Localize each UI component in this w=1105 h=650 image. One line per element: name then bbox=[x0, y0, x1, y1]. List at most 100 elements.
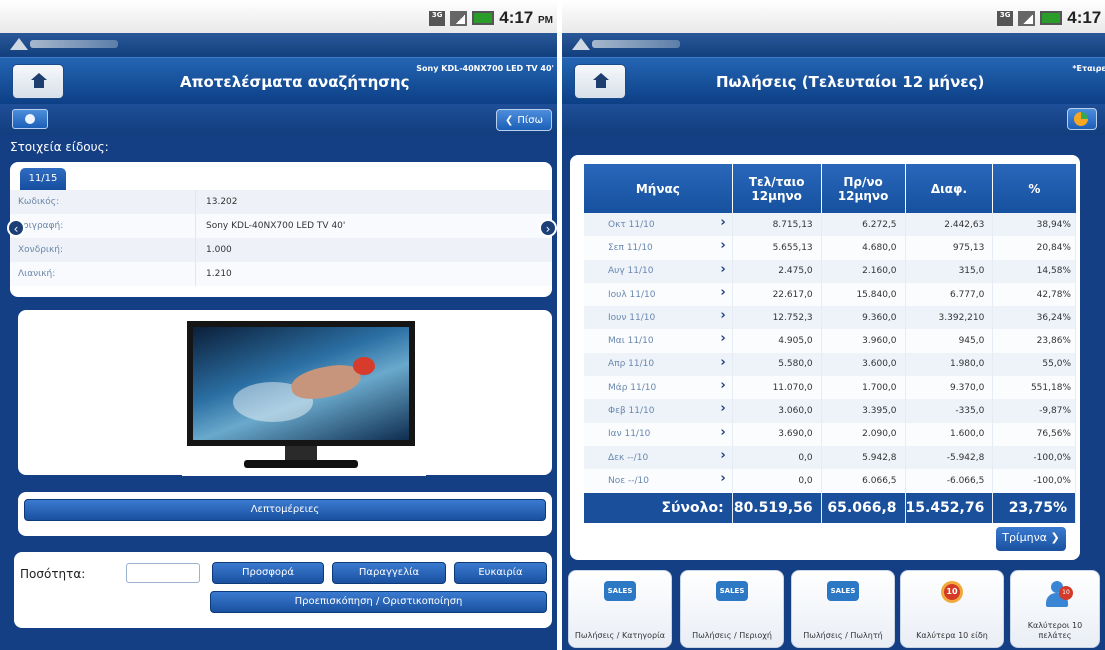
table-row[interactable]: Νοε --/10 › 0,0 6.066,5 -6.066,5 -100,0% bbox=[584, 469, 1076, 493]
table-row[interactable]: Απρ 11/10 › 5.580,0 3.600,0 1.980,0 55,0% bbox=[584, 352, 1076, 377]
search-button[interactable] bbox=[12, 109, 48, 129]
chevron-right-icon[interactable]: › bbox=[720, 215, 725, 230]
chevron-right-icon[interactable]: › bbox=[720, 262, 725, 277]
table-row[interactable]: Μάρ 11/10 › 11.070,0 1.700,0 9.370,0 551,18% bbox=[584, 376, 1076, 400]
chevron-right-icon[interactable]: › bbox=[720, 401, 725, 416]
table-row[interactable]: Δεκ --/10 › 0,0 5.942,8 -5.942,8 -100,0% bbox=[584, 445, 1076, 470]
chevron-right-icon[interactable]: › bbox=[720, 378, 725, 393]
signal-icon bbox=[1018, 10, 1036, 26]
column-header[interactable]: % bbox=[992, 164, 1076, 213]
chevron-right-icon[interactable]: › bbox=[720, 425, 725, 440]
section-label: Στοιχεία είδους: bbox=[10, 140, 109, 154]
chevron-right-icon[interactable]: › bbox=[720, 355, 725, 370]
month-cell: Ιουλ 11/10 › bbox=[584, 282, 733, 307]
value-cell: 55,0% bbox=[992, 352, 1076, 377]
detail-value: 13.202 bbox=[206, 197, 238, 207]
value-cell: 14,58% bbox=[992, 259, 1076, 283]
column-header[interactable]: Πρ/νο 12μηνο bbox=[821, 164, 906, 213]
chevron-right-icon[interactable]: › bbox=[720, 238, 725, 253]
title-bar: Αποτελέσματα αναζήτησης Sony KDL-40NX700… bbox=[0, 57, 557, 104]
chevron-right-icon[interactable]: › bbox=[720, 285, 725, 300]
battery-icon bbox=[472, 11, 495, 25]
value-cell: 6.272,5 bbox=[821, 213, 906, 237]
order-button[interactable]: Παραγγελία bbox=[332, 562, 446, 584]
column-header[interactable]: Μήνας bbox=[584, 164, 733, 213]
tile-sales-region[interactable]: SALES Πωλήσεις / Περιοχή bbox=[680, 570, 784, 648]
chevron-right-icon[interactable]: › bbox=[720, 448, 725, 463]
opportunity-button[interactable]: Ευκαιρία bbox=[454, 562, 547, 584]
toolbar: ❮ Πίσω bbox=[0, 104, 557, 135]
month-cell: Σεπ 11/10 › bbox=[584, 236, 733, 260]
value-cell: 3.392,210 bbox=[905, 306, 994, 330]
quarters-button[interactable]: Τρίμηνα ❯ bbox=[996, 527, 1066, 551]
order-card: Ποσότητα: Προσφορά Παραγγελία Ευκαιρία Π… bbox=[14, 552, 552, 628]
value-cell: 975,13 bbox=[905, 236, 994, 260]
home-button[interactable] bbox=[574, 64, 626, 99]
value-cell: 20,84% bbox=[992, 236, 1076, 260]
value-cell: -100,0% bbox=[992, 469, 1076, 493]
table-row[interactable]: Σεπ 11/10 › 5.655,13 4.680,0 975,13 20,84% bbox=[584, 236, 1076, 260]
chart-button[interactable] bbox=[1067, 108, 1097, 130]
value-cell: 6.777,0 bbox=[905, 282, 994, 307]
offer-button[interactable]: Προσφορά bbox=[212, 562, 324, 584]
chevron-right-icon[interactable]: › bbox=[720, 308, 725, 323]
previous-item-arrow-icon[interactable]: ‹ bbox=[7, 219, 25, 237]
detail-label: Λιανική: bbox=[10, 262, 196, 286]
chevron-right-icon[interactable]: › bbox=[720, 471, 725, 486]
table-row[interactable]: Οκτ 11/10 › 8.715,13 6.272,5 2.442,63 38,94% bbox=[584, 213, 1076, 237]
next-item-arrow-icon[interactable]: › bbox=[539, 219, 557, 237]
product-image-card bbox=[18, 310, 552, 476]
title-bar: Πωλήσεις (Τελευταίοι 12 μήνες) *Εταιρεί bbox=[562, 57, 1105, 104]
chevron-right-icon: ❯ bbox=[1050, 531, 1060, 544]
sales-salesman-icon: SALES bbox=[827, 581, 861, 607]
home-icon bbox=[31, 73, 47, 89]
top10-customers-icon: 10 bbox=[1041, 581, 1075, 607]
preview-finalize-button[interactable]: Προεπισκόπηση / Οριστικοποίηση bbox=[210, 591, 547, 613]
detail-row: Λιανική: 1.210 bbox=[10, 262, 552, 286]
chevron-right-icon[interactable]: › bbox=[720, 331, 725, 346]
value-cell: 2.160,0 bbox=[821, 259, 906, 283]
tile-top10-items[interactable]: 10 Καλύτερα 10 είδη bbox=[900, 570, 1004, 648]
item-subtitle: Sony KDL-40NX700 LED TV 40' bbox=[416, 64, 554, 73]
home-button[interactable] bbox=[12, 64, 64, 99]
chevron-left-icon: ❮ bbox=[504, 114, 514, 126]
detail-label: Κωδικός: bbox=[10, 190, 196, 214]
table-row[interactable]: Ιουν 11/10 › 12.752,3 9.360,0 3.392,210 36,24… bbox=[584, 306, 1076, 330]
tile-sales-salesman[interactable]: SALES Πωλήσεις / Πωλητή bbox=[791, 570, 895, 648]
details-button[interactable]: Λεπτομέρειες bbox=[24, 499, 546, 521]
tile-sales-category[interactable]: SALES Πωλήσεις / Κατηγορία bbox=[568, 570, 672, 648]
total-label: Σύνολο: bbox=[584, 492, 733, 523]
reports-dock: SALES Πωλήσεις / Κατηγορία SALES Πωλήσει… bbox=[562, 566, 1105, 650]
quantity-input[interactable] bbox=[126, 563, 200, 583]
details-card: Λεπτομέρειες bbox=[18, 492, 552, 536]
table-row[interactable]: Φεβ 11/10 › 3.060,0 3.395,0 -335,0 -9,87% bbox=[584, 399, 1076, 423]
table-row[interactable]: Ιουλ 11/10 › 22.617,0 15.840,0 6.777,0 42,78% bbox=[584, 282, 1076, 307]
value-cell: 3.960,0 bbox=[821, 329, 906, 353]
value-cell: 5.580,0 bbox=[732, 352, 822, 377]
table-row[interactable]: Ιαν 11/10 › 3.690,0 2.090,0 1.600,0 76,56% bbox=[584, 422, 1076, 446]
sales-table: Μήνας Τελ/ταιο 12μηνο Πρ/νο 12μηνο Διαφ.… bbox=[584, 164, 1076, 523]
value-cell: 76,56% bbox=[992, 422, 1076, 446]
value-cell: 38,94% bbox=[992, 213, 1076, 237]
value-cell: 5.655,13 bbox=[732, 236, 822, 260]
table-row[interactable]: Μαι 11/10 › 4.905,0 3.960,0 945,0 23,86% bbox=[584, 329, 1076, 353]
search-icon bbox=[25, 114, 35, 124]
month-cell: Φεβ 11/10 › bbox=[584, 399, 733, 423]
column-header[interactable]: Τελ/ταιο 12μηνο bbox=[732, 164, 822, 213]
signal-icon bbox=[450, 10, 468, 26]
detail-row: εριγραφή: Sony KDL-40NX700 LED TV 40' bbox=[10, 214, 552, 238]
status-bar: 3G 4:17 PM bbox=[0, 0, 557, 33]
details-table: Κωδικός: 13.202 εριγραφή: Sony KDL-40NX700… bbox=[10, 190, 552, 286]
table-row[interactable]: Αυγ 11/10 › 2.475,0 2.160,0 315,0 14,58% bbox=[584, 259, 1076, 283]
battery-icon bbox=[1040, 11, 1063, 25]
tile-top10-customers[interactable]: 10 Καλύτεροι 10 πελάτες bbox=[1010, 570, 1100, 648]
back-button[interactable]: ❮ Πίσω bbox=[496, 109, 552, 131]
total-cell: 80.519,56 bbox=[732, 492, 822, 523]
value-cell: 12.752,3 bbox=[732, 306, 822, 330]
detail-value: 1.000 bbox=[206, 245, 232, 255]
column-header[interactable]: Διαφ. bbox=[905, 164, 994, 213]
detail-value: 1.210 bbox=[206, 269, 232, 279]
value-cell: 3.060,0 bbox=[732, 399, 822, 423]
value-cell: 22.617,0 bbox=[732, 282, 822, 307]
month-cell: Νοε --/10 › bbox=[584, 469, 733, 493]
